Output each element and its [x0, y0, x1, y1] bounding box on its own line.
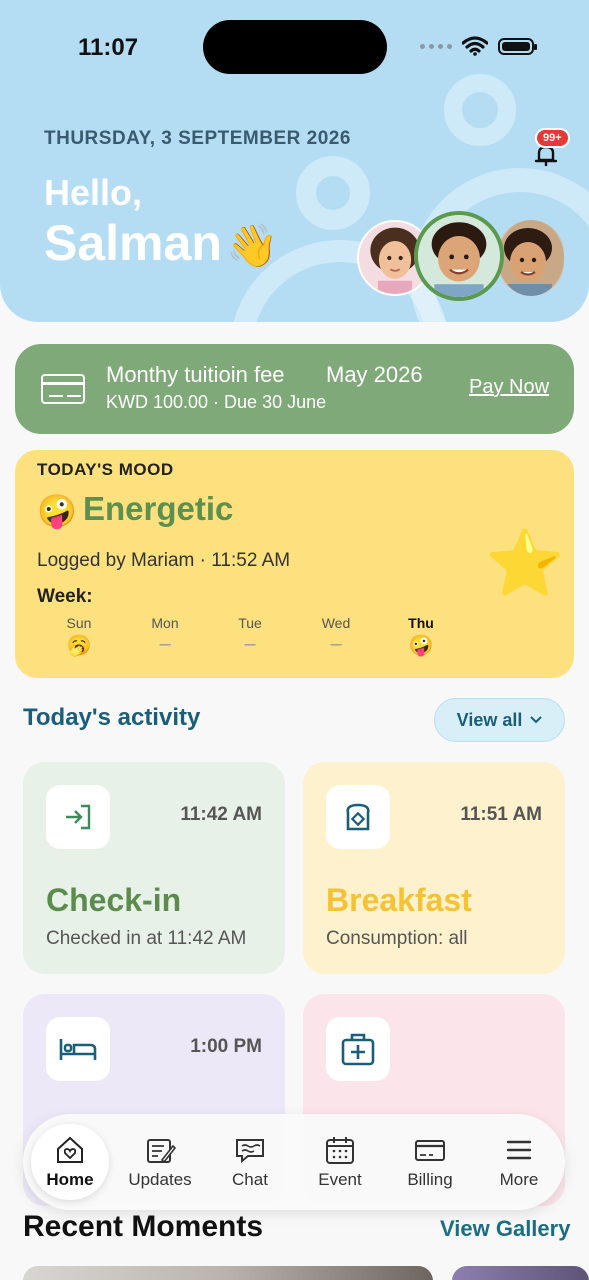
nav-label: Billing	[407, 1170, 453, 1189]
decoration	[444, 74, 516, 146]
status-icons	[420, 36, 537, 56]
activity-desc: Checked in at 11:42 AM	[46, 928, 247, 949]
week-day-thu: Thu 🤪	[391, 615, 451, 659]
star-icon: ⭐	[485, 527, 565, 599]
child-avatar-boy-large[interactable]	[498, 220, 564, 296]
activity-time: 11:42 AM	[180, 804, 262, 825]
nav-label: Updates	[128, 1170, 192, 1189]
view-all-label: View all	[456, 709, 523, 730]
week-label: Week:	[37, 586, 93, 607]
week-day-wed: Wed –	[306, 615, 366, 659]
mood-logged-by: Logged by Mariam · 11:52 AM	[37, 550, 291, 571]
home-screen: 11:07 THURSDAY, 3 SEPTEMBER 2026 Hello, …	[0, 0, 589, 1280]
day-name: Mon	[151, 615, 179, 631]
nav-label: Event	[318, 1170, 362, 1189]
day-mood: –	[244, 633, 256, 655]
activity-time: 1:00 PM	[190, 1036, 262, 1057]
check-in-icon	[46, 785, 110, 849]
mood-emoji: 🤪	[37, 493, 77, 529]
activity-time: 11:51 AM	[460, 804, 542, 825]
status-time: 11:07	[78, 34, 139, 61]
week-day-mon: Mon –	[135, 615, 195, 659]
mood-value: Energetic	[83, 490, 234, 527]
view-all-button[interactable]: View all	[434, 698, 565, 742]
activity-title: Today's activity	[23, 704, 201, 731]
day-mood: 🥱	[66, 635, 92, 657]
activity-desc: Consumption: all	[326, 928, 468, 949]
nav-chat[interactable]: Chat	[211, 1124, 289, 1200]
header: 11:07 THURSDAY, 3 SEPTEMBER 2026 Hello, …	[0, 0, 589, 322]
bread-icon	[326, 785, 390, 849]
tuition-card: Monthy tuitioin fee May 2026 KWD 100.00 …	[15, 344, 574, 434]
bottom-nav: Home Updates Chat Event Billing More	[23, 1114, 565, 1210]
recent-moments-title: Recent Moments	[23, 1210, 264, 1243]
chevron-down-icon	[530, 716, 543, 724]
day-name: Thu	[408, 615, 434, 631]
credit-card-icon	[41, 374, 85, 404]
battery-icon	[498, 37, 537, 55]
activity-card-breakfast[interactable]: 11:51 AM Breakfast Consumption: all	[303, 762, 565, 974]
date-label: THURSDAY, 3 SEPTEMBER 2026	[44, 128, 351, 149]
day-mood: –	[330, 633, 342, 655]
activity-card-checkin[interactable]: 11:42 AM Check-in Checked in at 11:42 AM	[23, 762, 285, 974]
nav-billing[interactable]: Billing	[391, 1124, 469, 1200]
medical-kit-icon	[326, 1017, 390, 1081]
nav-label: More	[499, 1170, 539, 1189]
nav-home[interactable]: Home	[31, 1124, 109, 1200]
week-day-sun: Sun 🥱	[49, 615, 109, 659]
view-gallery-link[interactable]: View Gallery	[440, 1216, 570, 1242]
wifi-icon	[462, 36, 488, 56]
fee-month: May 2026	[326, 362, 423, 387]
fee-title: Monthy tuitioin fee	[106, 362, 285, 387]
decoration	[296, 156, 370, 230]
week-day-tue: Tue –	[220, 615, 280, 659]
notification-badge: 99+	[535, 128, 570, 148]
signal-icon	[420, 43, 452, 49]
mood-label: TODAY'S MOOD	[37, 460, 174, 479]
activity-title: Check-in	[46, 882, 182, 918]
card-icon	[415, 1140, 445, 1161]
activity-title: Breakfast	[326, 882, 472, 918]
home-icon	[57, 1136, 83, 1163]
nav-label: Chat	[232, 1170, 268, 1189]
nav-event[interactable]: Event	[301, 1124, 379, 1200]
day-name: Tue	[238, 615, 262, 631]
nav-label: Home	[46, 1170, 94, 1189]
menu-icon	[506, 1140, 532, 1160]
day-mood: 🤪	[408, 635, 434, 657]
chat-icon	[236, 1139, 264, 1164]
moment-thumbnail[interactable]	[23, 1266, 433, 1280]
moment-thumbnail[interactable]	[452, 1266, 589, 1280]
greeting: Hello,	[44, 172, 143, 213]
mood-card: TODAY'S MOOD 🤪 Energetic Logged by Maria…	[15, 450, 574, 678]
nav-updates[interactable]: Updates	[121, 1124, 199, 1200]
pay-now-link[interactable]: Pay Now	[469, 376, 549, 399]
day-name: Wed	[321, 615, 351, 631]
fee-amount-due: KWD 100.00 · Due 30 June	[106, 392, 327, 412]
day-mood: –	[159, 633, 171, 655]
calendar-icon	[326, 1137, 354, 1164]
updates-icon	[147, 1139, 176, 1164]
bed-icon	[46, 1017, 110, 1081]
user-name: Salman	[44, 215, 222, 271]
nav-more[interactable]: More	[480, 1124, 558, 1200]
wave-emoji: 👋	[226, 222, 279, 269]
child-avatar-selected[interactable]	[414, 211, 504, 301]
dynamic-island	[203, 20, 387, 74]
day-name: Sun	[66, 615, 92, 631]
